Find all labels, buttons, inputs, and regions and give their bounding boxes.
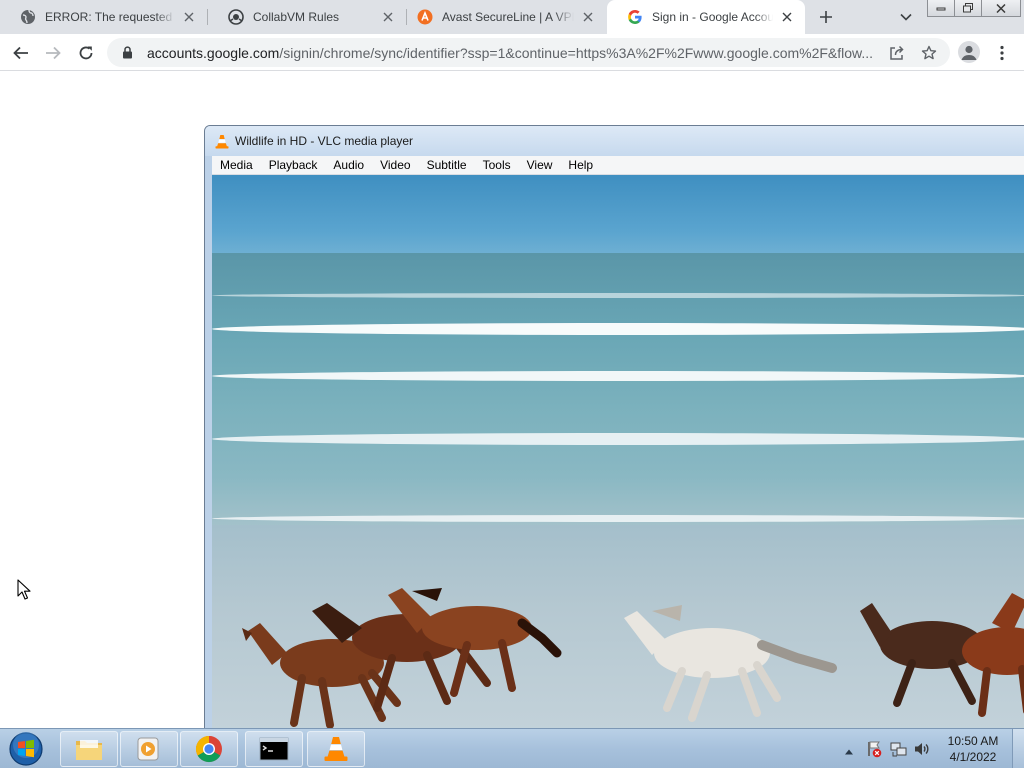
url-host: accounts.google.com xyxy=(147,44,280,61)
system-clock[interactable]: 10:50 AM 4/1/2022 xyxy=(940,733,1006,765)
show-hidden-icons-button[interactable] xyxy=(844,743,854,761)
chevron-down-icon xyxy=(900,13,912,21)
bookmark-button[interactable] xyxy=(920,44,938,62)
action-center-icon[interactable] xyxy=(865,740,883,758)
minimize-icon xyxy=(936,7,946,11)
video-wave xyxy=(212,323,1024,335)
globe-icon xyxy=(20,9,36,25)
restore-button[interactable] xyxy=(954,0,982,17)
taskbar-cmd[interactable] xyxy=(245,731,303,767)
chrome-menu-button[interactable] xyxy=(988,39,1016,67)
minimize-button[interactable] xyxy=(927,0,955,17)
chrome-icon xyxy=(195,735,222,763)
video-wave xyxy=(212,515,1024,522)
close-icon[interactable] xyxy=(380,9,396,25)
menu-subtitle[interactable]: Subtitle xyxy=(419,158,475,172)
browser-toolbar: accounts.google.com/signin/chrome/sync/i… xyxy=(0,34,1024,71)
menu-help[interactable]: Help xyxy=(560,158,601,172)
menu-media[interactable]: Media xyxy=(212,158,261,172)
mouse-cursor-icon xyxy=(17,579,31,600)
screen: ERROR: The requested URL could not be re… xyxy=(0,0,1024,768)
forward-button[interactable] xyxy=(39,39,67,67)
video-surface[interactable] xyxy=(212,175,1024,734)
tab-avast-secureline[interactable]: Avast SecureLine | A VPN xyxy=(397,0,606,34)
vlc-menubar: Media Playback Audio Video Subtitle Tool… xyxy=(212,156,1024,175)
video-wave xyxy=(212,433,1024,445)
close-icon[interactable] xyxy=(181,9,197,25)
address-bar[interactable]: accounts.google.com/signin/chrome/sync/i… xyxy=(107,38,950,67)
clock-date: 4/1/2022 xyxy=(949,750,997,764)
restore-icon xyxy=(963,3,973,13)
avast-icon xyxy=(417,9,433,25)
menu-playback[interactable]: Playback xyxy=(261,158,326,172)
plus-icon xyxy=(820,11,832,23)
video-wave xyxy=(212,293,1024,298)
arrow-left-icon xyxy=(13,46,28,60)
lock-icon[interactable] xyxy=(119,45,135,61)
more-vertical-icon xyxy=(1000,45,1004,61)
menu-video[interactable]: Video xyxy=(372,158,418,172)
window-controls xyxy=(927,0,1021,17)
vlc-icon xyxy=(324,737,348,761)
network-icon[interactable] xyxy=(890,740,908,758)
clock-time: 10:50 AM xyxy=(947,734,999,748)
taskbar-chrome[interactable] xyxy=(180,731,238,767)
collabvm-icon xyxy=(228,9,244,25)
taskbar-explorer[interactable] xyxy=(60,731,118,767)
menu-audio[interactable]: Audio xyxy=(325,158,372,172)
share-button[interactable] xyxy=(888,44,906,62)
vlc-cone-icon xyxy=(215,134,229,149)
video-sky xyxy=(212,175,1024,255)
menu-tools[interactable]: Tools xyxy=(475,158,519,172)
menu-view[interactable]: View xyxy=(519,158,561,172)
video-sea xyxy=(212,253,1024,533)
start-button[interactable] xyxy=(6,731,46,767)
star-icon xyxy=(921,45,937,60)
new-tab-button[interactable] xyxy=(814,5,838,29)
tab-search-button[interactable] xyxy=(894,5,918,29)
back-button[interactable] xyxy=(7,39,35,67)
chevron-up-icon xyxy=(845,749,853,755)
video-horses xyxy=(242,588,1024,729)
volume-icon[interactable] xyxy=(913,740,931,758)
horse-group-right xyxy=(860,593,1024,717)
video-wave xyxy=(212,371,1024,381)
windows-orb-icon xyxy=(9,732,43,766)
url-path: /signin/chrome/sync/identifier?ssp=1&con… xyxy=(279,44,874,61)
reload-button[interactable] xyxy=(72,39,100,67)
show-desktop-button[interactable] xyxy=(1012,729,1024,768)
tab-error[interactable]: ERROR: The requested URL could not be re… xyxy=(0,0,207,34)
vlc-window[interactable]: Wildlife in HD - VLC media player Media … xyxy=(204,125,1024,735)
close-icon[interactable] xyxy=(779,9,795,25)
media-player-icon xyxy=(137,737,159,761)
horse-group-left xyxy=(242,588,562,729)
share-icon xyxy=(890,45,904,60)
profile-button[interactable] xyxy=(958,41,980,63)
vlc-window-title: Wildlife in HD - VLC media player xyxy=(235,134,414,148)
taskbar-vlc[interactable] xyxy=(307,731,365,767)
tab-google-sign-in[interactable]: Sign in - Google Accounts xyxy=(607,0,805,34)
cmd-icon xyxy=(259,737,289,761)
close-icon[interactable] xyxy=(580,9,596,25)
window-close-button[interactable] xyxy=(981,0,1021,17)
tab-collabvm-rules[interactable]: CollabVM Rules xyxy=(208,0,406,34)
taskbar-media-player[interactable] xyxy=(120,731,178,767)
reload-icon xyxy=(79,46,93,60)
arrow-right-icon xyxy=(46,46,61,60)
vlc-titlebar[interactable]: Wildlife in HD - VLC media player xyxy=(205,126,1024,156)
tab-title: Sign in - Google Accounts xyxy=(652,10,773,24)
close-icon xyxy=(996,3,1006,13)
horse-white xyxy=(624,605,837,722)
tab-title: Avast SecureLine | A VPN xyxy=(442,10,574,24)
tab-title: ERROR: The requested URL could not be re… xyxy=(45,10,175,24)
google-icon xyxy=(627,9,643,25)
taskbar: 10:50 AM 4/1/2022 xyxy=(0,728,1024,768)
url-text: accounts.google.com/signin/chrome/sync/i… xyxy=(147,45,887,61)
person-icon xyxy=(961,45,977,60)
tab-title: CollabVM Rules xyxy=(253,10,340,24)
folder-icon xyxy=(76,740,102,760)
tab-strip: ERROR: The requested URL could not be re… xyxy=(0,0,1024,34)
